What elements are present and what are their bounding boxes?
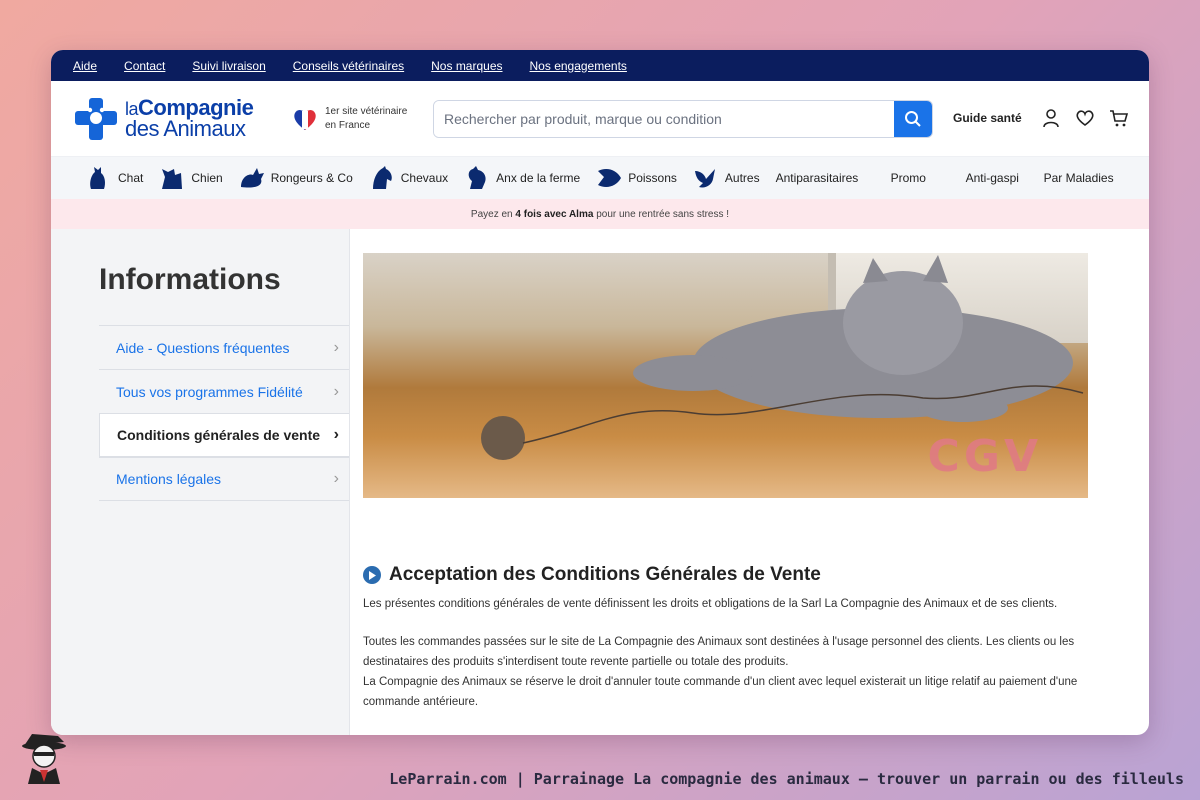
cross-paw-logo-icon <box>75 97 117 140</box>
paragraph-2: Toutes les commandes passées sur le site… <box>363 636 1075 668</box>
promo-banner[interactable]: Payez en 4 fois avec Alma pour une rentr… <box>51 199 1149 229</box>
nav-par-maladies[interactable]: Par Maladies <box>1044 171 1114 185</box>
search-icon <box>905 111 921 127</box>
nav-rongeurs[interactable]: Rongeurs & Co <box>239 165 353 191</box>
link-contact[interactable]: Contact <box>124 59 165 73</box>
section-heading: Acceptation des Conditions Générales de … <box>363 564 1149 586</box>
nav-autres[interactable]: Autres <box>693 165 760 191</box>
nav-label: Anx de la ferme <box>496 171 581 185</box>
fish-icon <box>598 169 622 187</box>
vet-badge-line1: 1er site vétérinaire <box>325 106 408 117</box>
sidebar-item-label: Mentions légales <box>116 471 222 487</box>
cart-icon[interactable] <box>1109 108 1129 128</box>
site-logo[interactable]: laCompagnie des Animaux <box>73 96 273 142</box>
paragraph-1: Les présentes conditions générales de ve… <box>363 598 1058 610</box>
info-sidebar: Informations Aide - Questions fréquentes… <box>51 229 350 735</box>
sidebar-item-cgv[interactable]: Conditions générales de vente › <box>99 413 349 457</box>
nav-antiparasitaires[interactable]: Antiparasitaires <box>776 171 891 185</box>
rooster-icon <box>468 166 486 189</box>
nav-label: Chien <box>191 171 223 185</box>
chevron-right-icon: › <box>333 382 339 400</box>
promo-text-pre: Payez en <box>470 208 513 220</box>
nav-label: Chevaux <box>400 171 449 185</box>
sidebar-item-aide[interactable]: Aide - Questions fréquentes › <box>99 325 349 369</box>
chevron-right-icon: › <box>333 470 339 487</box>
rodent-icon <box>240 168 264 188</box>
banner-cgv-text: CGV <box>927 431 1042 482</box>
sidebar-item-label: Aide - Questions fréquentes <box>116 339 290 356</box>
vet-badge: 1er site vétérinaire en France <box>291 105 407 133</box>
nav-ferme[interactable]: Anx de la ferme <box>464 165 580 191</box>
sidebar-item-fidelite[interactable]: Tous vos programmes Fidélité › <box>99 369 349 413</box>
utility-bar: Aide Contact Suivi livraison Conseils vé… <box>51 50 1149 81</box>
search-button[interactable] <box>894 101 932 137</box>
nav-anti-gaspi[interactable]: Anti-gaspi <box>966 171 1044 185</box>
footer-caption: LeParrain.com | Parrainage La compagnie … <box>389 770 1184 788</box>
sidebar-title: Informations <box>99 263 281 296</box>
sidebar-item-mentions[interactable]: Mentions légales › <box>99 457 349 501</box>
promo-text-bold: 4 fois avec Alma <box>515 208 594 220</box>
nav-chat[interactable]: Chat <box>86 165 143 191</box>
bird-icon <box>694 169 715 188</box>
link-aide[interactable]: Aide <box>73 59 97 73</box>
account-icon[interactable] <box>1041 108 1061 128</box>
link-nos-engagements[interactable]: Nos engagements <box>530 59 627 73</box>
promo-text-post: pour une rentrée sans stress ! <box>596 208 730 220</box>
nav-label: Chat <box>118 171 144 185</box>
category-nav: Chat Chien Rongeurs & Co Chevaux Anx de … <box>51 156 1149 199</box>
guide-sante-link[interactable]: Guide santé <box>953 111 1022 125</box>
nav-label: Rongeurs & Co <box>270 171 353 185</box>
sidebar-item-label: Tous vos programmes Fidélité <box>116 383 303 400</box>
search-input[interactable] <box>434 101 894 137</box>
french-flag-heart-icon <box>294 110 316 130</box>
nav-label: Autres <box>724 171 760 185</box>
search-bar <box>433 100 933 138</box>
site-header: laCompagnie des Animaux 1er site vétérin… <box>51 81 1149 156</box>
browser-page: Aide Contact Suivi livraison Conseils vé… <box>51 50 1149 735</box>
nav-chevaux[interactable]: Chevaux <box>369 165 448 191</box>
sidebar-item-label: Conditions générales de vente <box>117 427 321 443</box>
cgv-banner-image: CGV <box>363 253 1088 498</box>
link-conseils-veterinaires[interactable]: Conseils vétérinaires <box>293 59 404 73</box>
wishlist-heart-icon[interactable] <box>1075 108 1095 128</box>
link-nos-marques[interactable]: Nos marques <box>431 59 502 73</box>
nav-poissons[interactable]: Poissons <box>596 165 677 191</box>
nav-promo[interactable]: Promo <box>891 171 966 185</box>
cat-icon <box>90 167 105 189</box>
main-content: CGV Acceptation des Conditions Générales… <box>350 229 1149 735</box>
vet-badge-line2: en France <box>325 120 371 131</box>
dog-icon <box>162 169 183 189</box>
spy-mascot-logo-icon <box>22 734 66 784</box>
nav-label: Poissons <box>628 171 677 185</box>
horse-icon <box>372 166 392 189</box>
section-title: Acceptation des Conditions Générales de … <box>389 564 821 585</box>
paragraph-3: La Compagnie des Animaux se réserve le d… <box>363 676 1078 708</box>
nav-chien[interactable]: Chien <box>159 165 223 191</box>
play-bullet-icon <box>363 566 381 584</box>
link-suivi-livraison[interactable]: Suivi livraison <box>192 59 265 73</box>
chevron-right-icon: › <box>333 338 339 356</box>
chevron-right-icon: › <box>333 426 339 443</box>
logo-text-animaux: des Animaux <box>125 116 246 141</box>
